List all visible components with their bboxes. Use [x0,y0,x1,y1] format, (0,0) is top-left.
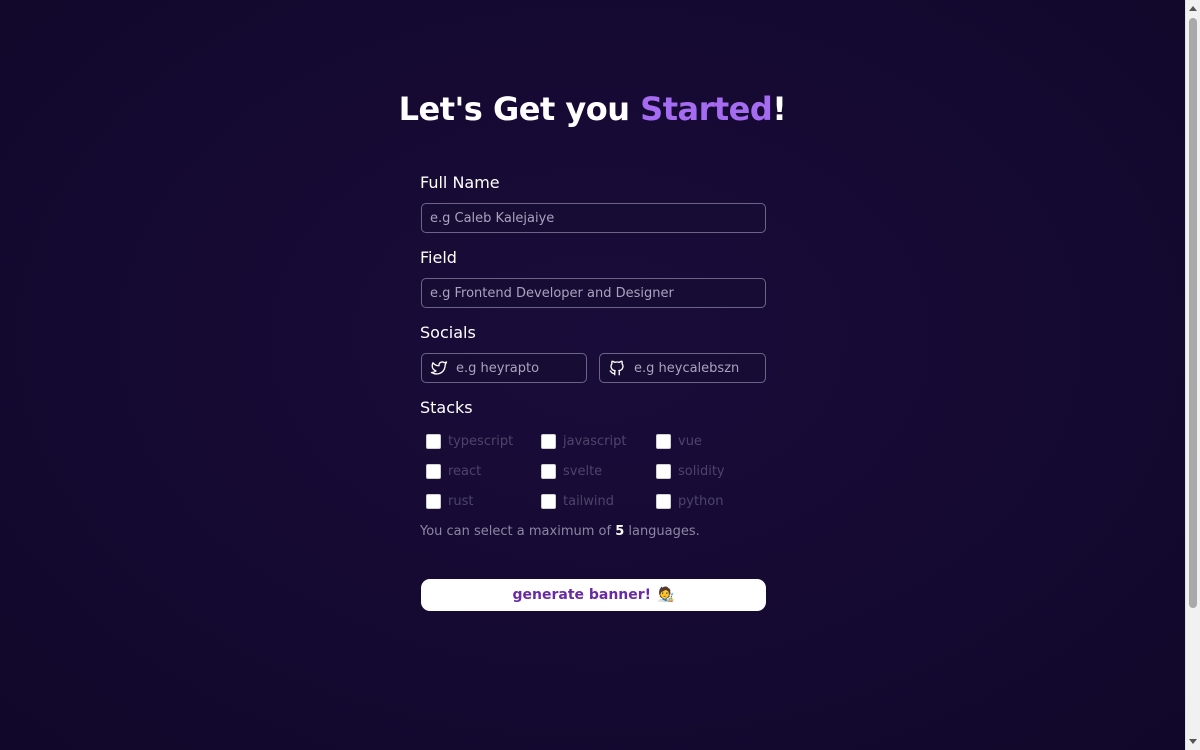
field-label: Field [420,248,457,267]
stack-option-label: solidity [678,464,725,479]
stack-option-label: javascript [563,434,627,449]
scroll-down-arrow-icon[interactable] [1189,739,1197,744]
github-field-wrapper [599,353,766,383]
stack-option-javascript[interactable]: javascript [541,434,626,449]
title-prefix: Let's Get you [398,90,641,128]
twitter-icon [430,359,448,377]
github-icon [608,359,626,377]
stack-option-label: tailwind [563,494,615,509]
twitter-field-wrapper [421,353,587,383]
stacks-label: Stacks [420,398,473,417]
page-title: Let's Get you Started! [0,90,1185,128]
stack-option-tailwind[interactable]: tailwind [541,494,614,509]
page: Let's Get you Started! Full Name Field S… [0,0,1185,750]
stack-option-python[interactable]: python [656,494,723,509]
full-name-input[interactable] [430,210,757,226]
full-name-field-wrapper [421,203,766,233]
field-input[interactable] [430,285,757,301]
field-field-wrapper [421,278,766,308]
checkbox[interactable] [426,434,441,449]
twitter-input[interactable] [456,360,578,376]
checkbox[interactable] [656,434,671,449]
checkbox[interactable] [426,494,441,509]
stack-option-label: svelte [563,464,603,479]
artist-emoji-icon: 🧑‍🎨 [657,587,675,603]
vertical-scrollbar[interactable] [1185,0,1200,750]
stack-option-typescript[interactable]: typescript [426,434,513,449]
stack-option-svelte[interactable]: svelte [541,464,602,479]
generate-banner-label: generate banner! [512,587,652,603]
note-before: You can select a maximum of [420,524,616,539]
stack-option-label: vue [678,434,702,449]
stack-option-label: react [448,464,482,479]
checkbox[interactable] [541,464,556,479]
checkbox[interactable] [656,464,671,479]
note-count: 5 [615,524,625,539]
stack-option-rust[interactable]: rust [426,494,473,509]
github-input[interactable] [634,360,757,376]
stack-option-label: typescript [448,434,514,449]
full-name-label: Full Name [420,173,500,192]
stacks-limit-note: You can select a maximum of 5 languages. [420,524,700,539]
checkbox[interactable] [541,494,556,509]
stack-option-react[interactable]: react [426,464,481,479]
generate-banner-button[interactable]: generate banner! 🧑‍🎨 [421,579,766,611]
stack-option-label: rust [448,494,474,509]
socials-label: Socials [420,323,476,342]
scrollbar-thumb[interactable] [1189,18,1197,608]
checkbox[interactable] [541,434,556,449]
checkbox[interactable] [656,494,671,509]
title-suffix: ! [772,90,787,128]
checkbox[interactable] [426,464,441,479]
stack-option-solidity[interactable]: solidity [656,464,725,479]
note-after: languages. [624,524,700,539]
stack-option-label: python [678,494,724,509]
scroll-up-arrow-icon[interactable] [1189,6,1197,11]
title-accent: Started [640,90,773,128]
stack-option-vue[interactable]: vue [656,434,702,449]
